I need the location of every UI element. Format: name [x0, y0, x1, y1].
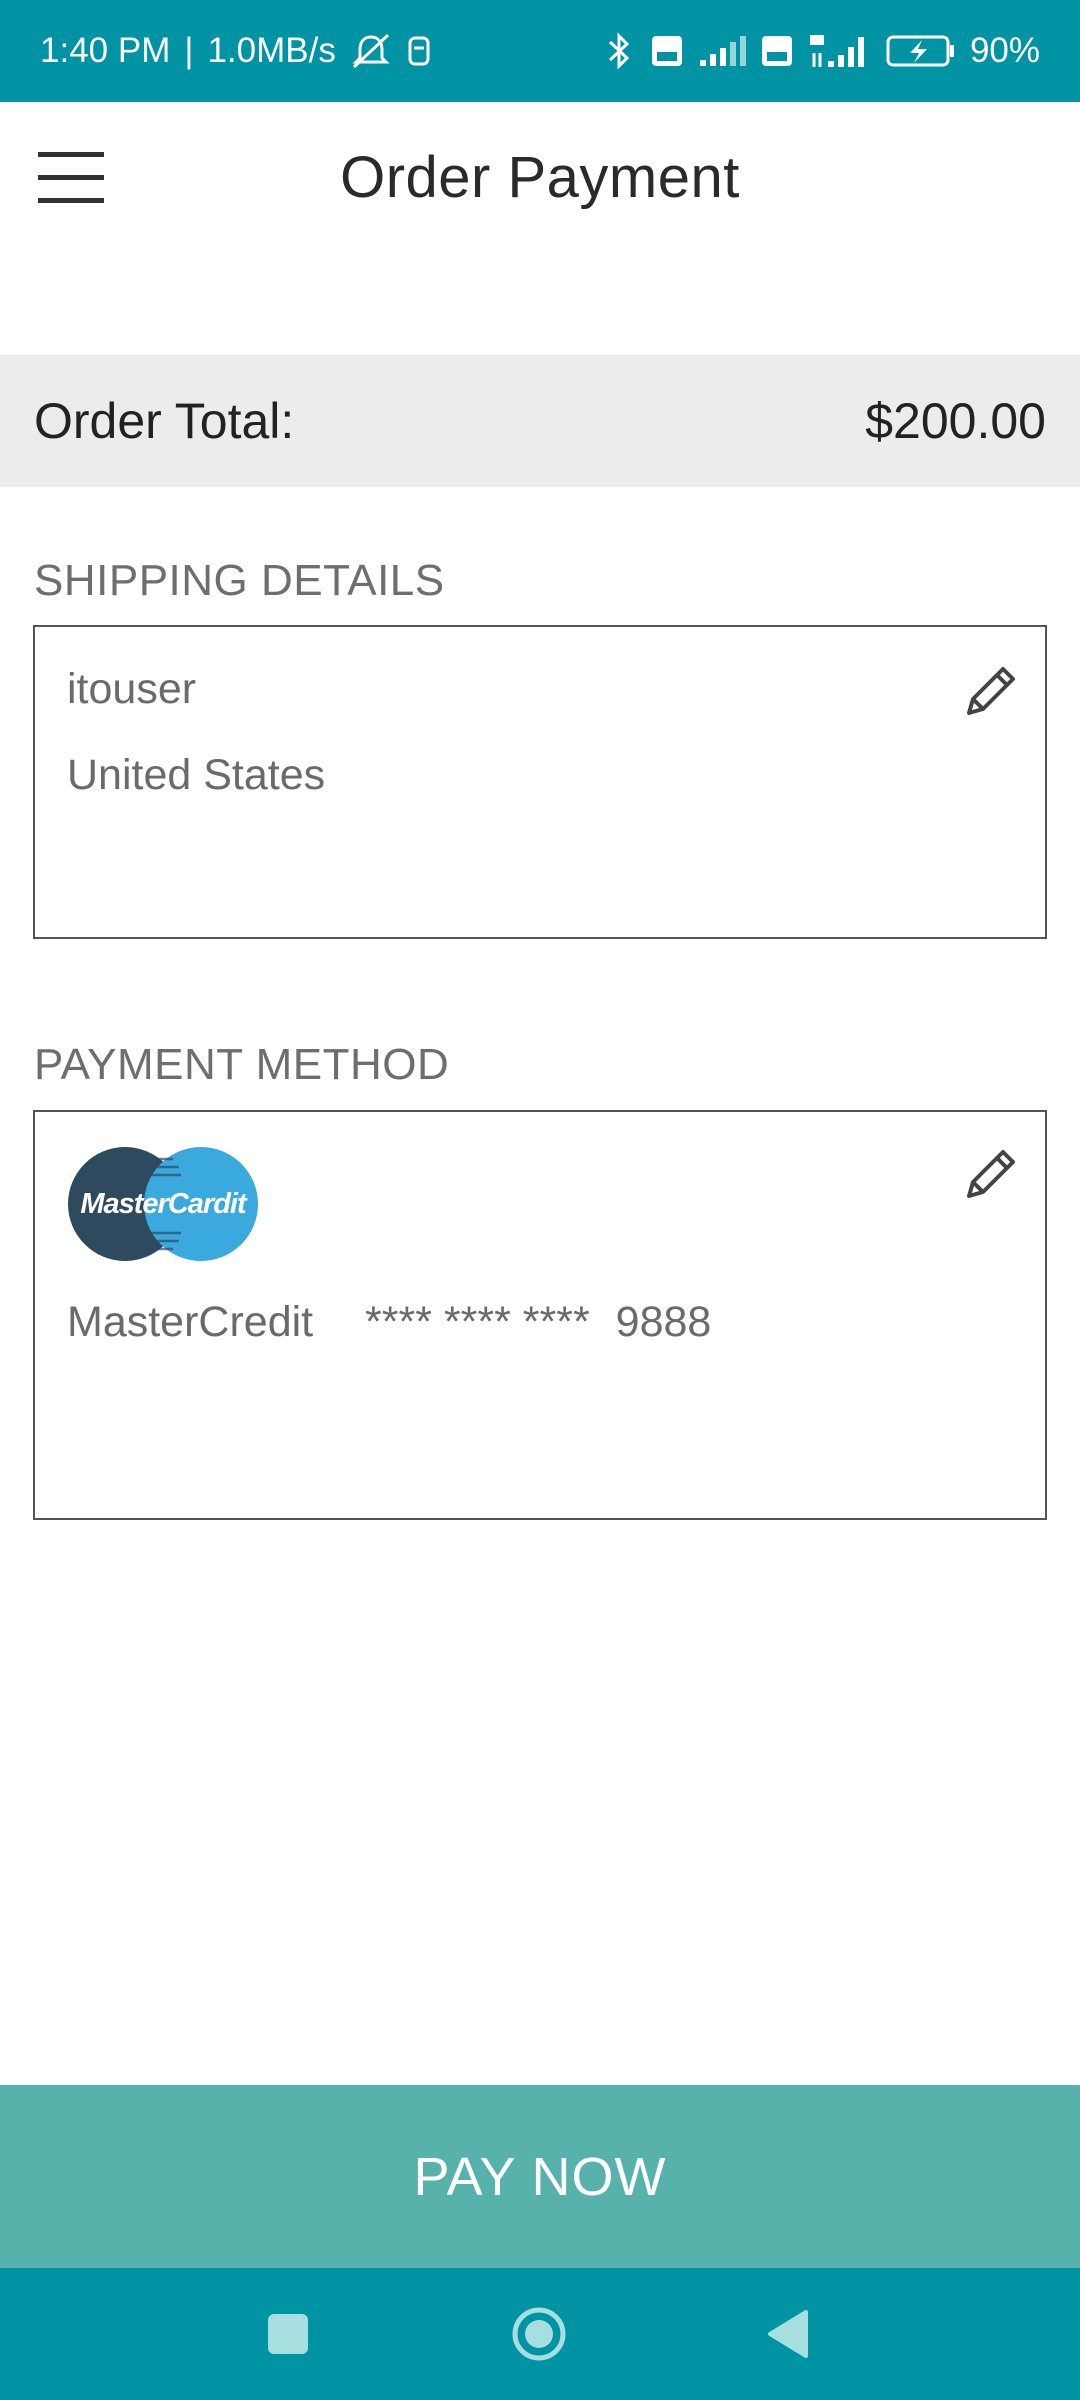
order-total-amount: $200.00 [865, 393, 1046, 449]
status-speed: 1.0MB/s [207, 31, 336, 70]
pencil-icon [967, 667, 1015, 715]
order-total-bar: Order Total: $200.00 [0, 355, 1080, 487]
shipping-section-label: SHIPPING DETAILS [34, 556, 445, 605]
status-left: 1:40 PM | 1.0MB/s [40, 31, 432, 71]
app-header: Order Payment [0, 102, 1080, 260]
order-total-label: Order Total: [34, 393, 295, 449]
volte-icon [650, 34, 684, 68]
pay-now-button[interactable]: PAY NOW [0, 2085, 1080, 2268]
card-last-four: 9888 [615, 1298, 712, 1346]
signal-icon [698, 34, 746, 68]
card-brand-name: MasterCredit [67, 1298, 314, 1346]
battery-percent: 90% [969, 31, 1040, 70]
payment-section-label: PAYMENT METHOD [34, 1040, 450, 1089]
logo-text: MasterCardit [80, 1188, 248, 1220]
back-triangle-icon [768, 2310, 808, 2358]
shipping-card: itouser United States [33, 625, 1047, 939]
recents-square-icon [268, 2314, 308, 2354]
card-number: **** **** **** 9888 [365, 1298, 711, 1347]
edit-shipping-button[interactable] [959, 659, 1023, 723]
status-separator: | [184, 31, 194, 70]
back-button[interactable] [760, 2304, 820, 2364]
status-bar: 1:40 PM | 1.0MB/s 90% [0, 0, 1080, 102]
system-nav-bar [0, 2268, 1080, 2400]
home-circle-icon [512, 2307, 566, 2361]
battery-charging-icon [886, 34, 956, 68]
edit-payment-button[interactable] [959, 1142, 1023, 1206]
status-time: 1:40 PM [40, 31, 171, 70]
status-right: 90% [602, 31, 1040, 71]
mastercredit-logo: MasterCardit [67, 1145, 259, 1263]
payment-card: MasterCardit MasterCredit **** **** ****… [33, 1110, 1047, 1520]
home-button[interactable] [509, 2304, 569, 2364]
card-number-mask: **** **** **** [365, 1298, 590, 1346]
notification-icon [406, 34, 432, 68]
pencil-icon [967, 1150, 1015, 1198]
volte-icon [760, 34, 794, 68]
shipping-country: United States [67, 751, 326, 799]
recents-button[interactable] [258, 2304, 318, 2364]
signal-4g-icon [808, 31, 872, 71]
bluetooth-icon [602, 31, 636, 71]
page-title: Order Payment [340, 145, 740, 210]
alarm-off-icon [350, 31, 392, 71]
shipping-name: itouser [67, 665, 197, 713]
